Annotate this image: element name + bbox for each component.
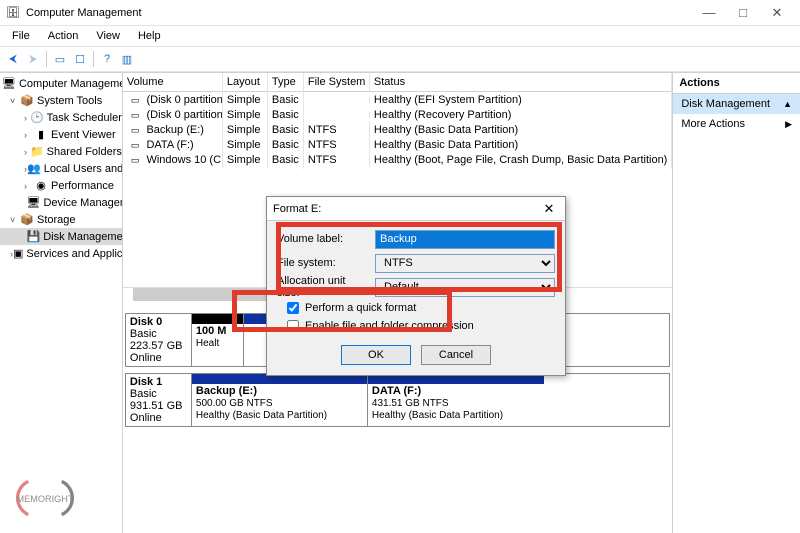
properties-button[interactable]: ▭ bbox=[51, 50, 69, 68]
tree-storage[interactable]: ˅ Storage bbox=[0, 211, 122, 228]
actions-disk-management[interactable]: Disk Management ▲ bbox=[673, 94, 800, 114]
caret-up-icon: ▲ bbox=[783, 99, 792, 109]
services-icon bbox=[13, 247, 23, 260]
cancel-button[interactable]: Cancel bbox=[421, 345, 491, 365]
label: System Tools bbox=[37, 95, 102, 107]
format-dialog: Format E: ✕ Volume label: File system: N… bbox=[266, 196, 566, 376]
forward-button[interactable]: ⮞ bbox=[24, 50, 42, 68]
window-title: Computer Management bbox=[26, 7, 692, 19]
menu-help[interactable]: Help bbox=[130, 28, 169, 44]
tree-disk-management[interactable]: Disk Management bbox=[0, 228, 122, 245]
quick-format-checkbox[interactable] bbox=[287, 302, 299, 314]
ok-button[interactable]: OK bbox=[341, 345, 411, 365]
separator bbox=[46, 51, 47, 67]
tree-event-viewer[interactable]: › Event Viewer bbox=[0, 126, 122, 143]
compression-checkbox[interactable] bbox=[287, 320, 299, 332]
event-icon bbox=[34, 128, 48, 141]
actions-pane: Actions Disk Management ▲ More Actions ▶ bbox=[673, 73, 800, 533]
tree-shared-folders[interactable]: ›Shared Folders bbox=[0, 143, 122, 160]
label: Disk Management bbox=[681, 98, 770, 110]
tools-icon bbox=[20, 94, 34, 107]
label: Shared Folders bbox=[47, 146, 122, 158]
quick-format-label: Perform a quick format bbox=[305, 302, 416, 314]
volume-row[interactable]: ▭ Windows 10 (C:)SimpleBasicNTFSHealthy … bbox=[123, 152, 672, 167]
disk-row[interactable]: Disk 1Basic931.51 GBOnlineBackup (E:)500… bbox=[125, 373, 670, 427]
menu-file[interactable]: File bbox=[4, 28, 38, 44]
toolbar: ⮜ ⮞ ▭ ☐ ? ▥ bbox=[0, 46, 800, 72]
partition[interactable]: DATA (F:)431.51 GB NTFSHealthy (Basic Da… bbox=[368, 374, 544, 426]
volume-label-input[interactable] bbox=[375, 230, 555, 249]
tree-root[interactable]: Computer Management (Local bbox=[0, 75, 122, 92]
label: Disk Management bbox=[43, 231, 123, 243]
label: Services and Applications bbox=[26, 248, 122, 260]
clock-icon bbox=[30, 111, 44, 124]
maximize-button[interactable]: □ bbox=[726, 2, 760, 24]
col-volume[interactable]: Volume bbox=[123, 73, 223, 91]
col-status[interactable]: Status bbox=[370, 73, 672, 91]
tree-local-users[interactable]: ›Local Users and Groups bbox=[0, 160, 122, 177]
refresh-icon[interactable]: ☐ bbox=[71, 50, 89, 68]
actions-header: Actions bbox=[673, 73, 800, 94]
tree-root-label: Computer Management (Local bbox=[19, 78, 123, 90]
label: Local Users and Groups bbox=[44, 163, 123, 175]
view-icon[interactable]: ▥ bbox=[118, 50, 136, 68]
back-button[interactable]: ⮜ bbox=[4, 50, 22, 68]
menu-view[interactable]: View bbox=[88, 28, 128, 44]
computer-icon bbox=[2, 77, 16, 90]
tree-services-apps[interactable]: ›Services and Applications bbox=[0, 245, 122, 262]
chevron-down-icon[interactable]: ˅ bbox=[10, 96, 20, 106]
col-layout[interactable]: Layout bbox=[223, 73, 268, 91]
menu-action[interactable]: Action bbox=[40, 28, 87, 44]
nav-tree[interactable]: Computer Management (Local ˅ System Tool… bbox=[0, 73, 123, 533]
partition[interactable]: Backup (E:)500.00 GB NTFSHealthy (Basic … bbox=[192, 374, 368, 426]
partition[interactable]: 100 MHealt bbox=[192, 314, 244, 366]
label: Performance bbox=[51, 180, 114, 192]
device-icon bbox=[27, 196, 41, 209]
allocation-unit-select[interactable]: Default bbox=[375, 278, 555, 297]
volume-label-label: Volume label: bbox=[277, 233, 369, 245]
compression-label: Enable file and folder compression bbox=[305, 320, 474, 332]
chevron-right-icon[interactable]: › bbox=[24, 181, 34, 191]
users-icon bbox=[27, 162, 41, 175]
tree-performance[interactable]: › Performance bbox=[0, 177, 122, 194]
tree-system-tools[interactable]: ˅ System Tools bbox=[0, 92, 122, 109]
volume-header: Volume Layout Type File System Status bbox=[123, 73, 672, 92]
col-type[interactable]: Type bbox=[268, 73, 304, 91]
filesystem-label: File system: bbox=[277, 257, 369, 269]
disk-icon bbox=[27, 230, 41, 243]
help-icon[interactable]: ? bbox=[98, 50, 116, 68]
label: Event Viewer bbox=[51, 129, 116, 141]
close-button[interactable]: ✕ bbox=[760, 2, 794, 24]
dialog-close-button[interactable]: ✕ bbox=[539, 201, 559, 217]
separator bbox=[93, 51, 94, 67]
titlebar: Computer Management — □ ✕ bbox=[0, 0, 800, 26]
dialog-title: Format E: bbox=[273, 203, 539, 215]
gauge-icon bbox=[34, 179, 48, 192]
app-icon bbox=[6, 6, 20, 20]
storage-icon bbox=[20, 213, 34, 226]
minimize-button[interactable]: — bbox=[692, 2, 726, 24]
actions-more[interactable]: More Actions ▶ bbox=[673, 114, 800, 134]
watermark: MEMORIGHT bbox=[10, 473, 80, 523]
svg-text:MEMORIGHT: MEMORIGHT bbox=[17, 494, 74, 504]
label: Storage bbox=[37, 214, 76, 226]
tree-device-manager[interactable]: Device Manager bbox=[0, 194, 122, 211]
chevron-right-icon[interactable]: › bbox=[24, 130, 34, 140]
label: Task Scheduler bbox=[47, 112, 122, 124]
col-filesystem[interactable]: File System bbox=[304, 73, 370, 91]
chevron-down-icon[interactable]: ˅ bbox=[10, 215, 20, 225]
label: More Actions bbox=[681, 118, 745, 130]
filesystem-select[interactable]: NTFS bbox=[375, 254, 555, 273]
folder-icon bbox=[30, 145, 44, 158]
allocation-unit-label: Allocation unit size: bbox=[277, 275, 369, 299]
label: Device Manager bbox=[43, 197, 122, 209]
tree-task-scheduler[interactable]: ›Task Scheduler bbox=[0, 109, 122, 126]
caret-right-icon: ▶ bbox=[785, 119, 792, 130]
menubar: File Action View Help bbox=[0, 26, 800, 46]
